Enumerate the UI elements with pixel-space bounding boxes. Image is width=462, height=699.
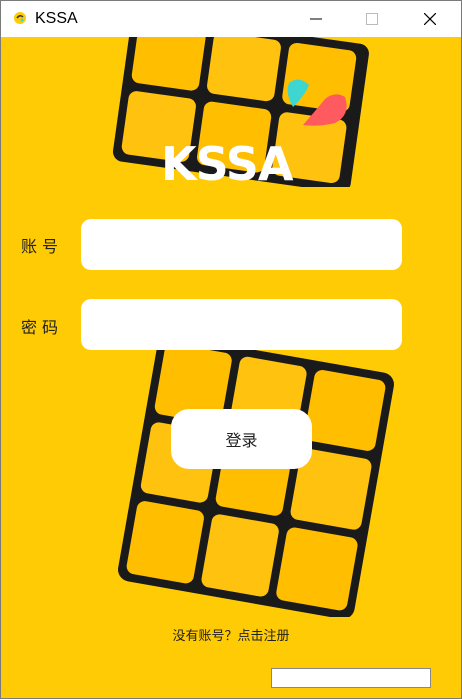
- app-logo-icon: [14, 12, 26, 24]
- maximize-icon: [366, 13, 378, 25]
- close-icon: [424, 13, 436, 25]
- password-label: 密码: [21, 318, 64, 337]
- brand-drops-icon: [287, 79, 347, 126]
- account-label: 账号: [21, 237, 64, 256]
- title-bar[interactable]: KSSA: [1, 1, 461, 37]
- minimize-icon: [310, 18, 322, 20]
- minimize-button[interactable]: [293, 1, 339, 37]
- status-box: [271, 668, 431, 688]
- maximize-button[interactable]: [349, 1, 395, 37]
- account-input[interactable]: [81, 219, 402, 270]
- app-window: KSSA KSSA 账号 密码 登录 没有账号？点击注册: [0, 0, 462, 699]
- register-link[interactable]: 没有账号？点击注册: [1, 625, 461, 644]
- close-button[interactable]: [407, 1, 453, 37]
- window-title: KSSA: [35, 10, 78, 27]
- login-panel: KSSA 账号 密码 登录 没有账号？点击注册: [1, 37, 461, 698]
- login-button[interactable]: 登录: [171, 409, 312, 469]
- brand-logo-text: KSSA: [161, 137, 293, 191]
- cube-bottom-illustration: [118, 337, 394, 617]
- password-input[interactable]: [81, 299, 402, 350]
